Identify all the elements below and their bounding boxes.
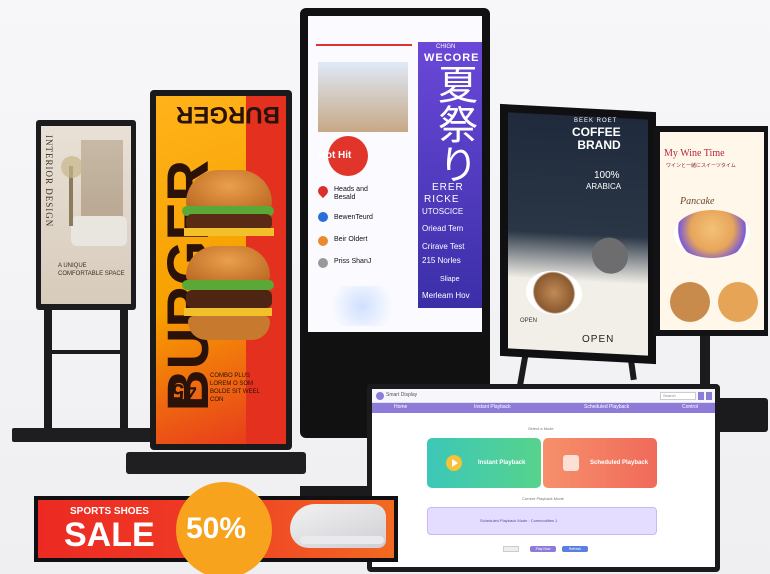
coffee-bottom: OPEN xyxy=(582,334,615,345)
coffee-sub: ARABICA xyxy=(586,182,622,191)
burger-top-text: BURGER xyxy=(176,101,281,128)
kiosk1-crossbar xyxy=(44,350,128,354)
search-input[interactable]: Search xyxy=(660,392,696,400)
lantern-icon xyxy=(318,236,328,246)
product-scene: INTERIOR DESIGN A UNIQUE COMFORTABLE SPA… xyxy=(0,0,770,574)
burger-price: 45 xyxy=(172,379,197,404)
wine-subtitle: ワインと一緒にスイーツタイム xyxy=(666,163,736,169)
interior-sofa xyxy=(71,216,127,246)
kiosk1-base xyxy=(12,428,152,442)
dessert-small xyxy=(718,282,758,322)
center-title: WECORE xyxy=(424,52,480,64)
wine-title: My Wine Time xyxy=(664,148,725,159)
sale-main-text: SALE xyxy=(64,516,155,554)
app-logo-icon xyxy=(376,392,384,400)
current-mode-label: Current Playback Mode xyxy=(522,496,564,501)
burger2-cheese xyxy=(184,308,272,316)
burger-cheese xyxy=(184,228,274,236)
garland xyxy=(316,44,412,46)
coffee-cup xyxy=(526,269,582,317)
interior-title: INTERIOR DESIGN xyxy=(44,135,54,228)
center-kanji: 夏祭り xyxy=(431,64,477,184)
current-mode-value: Scheduled Playback Mode : Commodities 1 xyxy=(480,518,558,523)
center-item-1: Crirave Test xyxy=(422,242,465,251)
calendar-icon xyxy=(563,455,579,471)
coffee-percent: 100% xyxy=(594,170,620,181)
search-icon[interactable] xyxy=(698,392,704,400)
interior-caption: A UNIQUE COMFORTABLE SPACE xyxy=(58,263,125,277)
interior-plant xyxy=(61,156,83,178)
burger2-bun-top xyxy=(186,246,270,282)
nav-home[interactable]: Home xyxy=(394,404,407,410)
center-left-1: BewenTeurd xyxy=(334,214,373,221)
burger-small-text: COMBO PLUS LOREM O SOM BOLDE SIT WEEL CO… xyxy=(210,373,260,403)
wine-section: Pancake xyxy=(680,196,715,207)
balloon-icon xyxy=(318,212,328,222)
center-line3: UTOSCICE xyxy=(422,207,464,216)
burger2-patty xyxy=(186,290,272,308)
center-line1: ERER xyxy=(432,182,464,193)
center-item-3: Sliape xyxy=(440,276,460,283)
festival-photo xyxy=(318,62,408,132)
kiosk1-leg-left xyxy=(44,305,52,430)
center-left-2: Beir Oldert xyxy=(334,236,368,243)
mode-select[interactable] xyxy=(503,546,519,552)
sale-percent-text: 50% xyxy=(186,512,247,545)
kiosk1-leg-right xyxy=(120,305,128,430)
center-item-4: Merleam Hov xyxy=(422,291,470,300)
firework xyxy=(322,286,402,326)
red-badge-text: Hot Hit xyxy=(318,150,352,161)
sneaker-sole xyxy=(300,536,384,544)
pancake-plate xyxy=(674,210,750,258)
center-item-2: 215 Norles xyxy=(422,256,461,265)
coffee-title: COFFEE BRAND xyxy=(572,125,621,152)
coffee-top: BEEK ROET xyxy=(574,118,618,124)
play-now-button[interactable]: Play Now xyxy=(530,546,556,552)
center-line2: RICKE xyxy=(424,194,460,205)
burger2-lettuce xyxy=(182,280,274,290)
burger2-bun-bottom xyxy=(188,316,270,340)
menu-icon[interactable] xyxy=(706,392,712,400)
app-nav xyxy=(372,403,715,413)
center-left-0: Heads and Besald xyxy=(334,186,368,201)
app-name: Smart Display xyxy=(386,392,418,398)
center-item-0: Oriead Tem xyxy=(422,224,464,233)
coffee-bottom-left: OPEN xyxy=(520,318,538,324)
center-left-3: Priss ShanJ xyxy=(334,258,372,265)
nav-instant[interactable]: Instant Playback xyxy=(474,404,511,410)
instant-label: Instant Playback xyxy=(478,460,526,466)
fan-icon xyxy=(318,258,328,268)
burger-bun-top xyxy=(186,170,272,210)
mode-section-label: Select a Mode xyxy=(528,426,554,431)
refresh-button[interactable]: Refresh xyxy=(562,546,588,552)
scheduled-label: Scheduled Playback xyxy=(590,460,649,466)
play-triangle-icon xyxy=(452,459,458,467)
nav-scheduled[interactable]: Scheduled Playback xyxy=(584,404,629,410)
pancake-small xyxy=(670,282,710,322)
kiosk2-base xyxy=(126,452,306,474)
coffee-grinder xyxy=(592,236,628,275)
center-small: CHIGN xyxy=(436,44,456,50)
nav-control[interactable]: Control xyxy=(682,404,698,410)
